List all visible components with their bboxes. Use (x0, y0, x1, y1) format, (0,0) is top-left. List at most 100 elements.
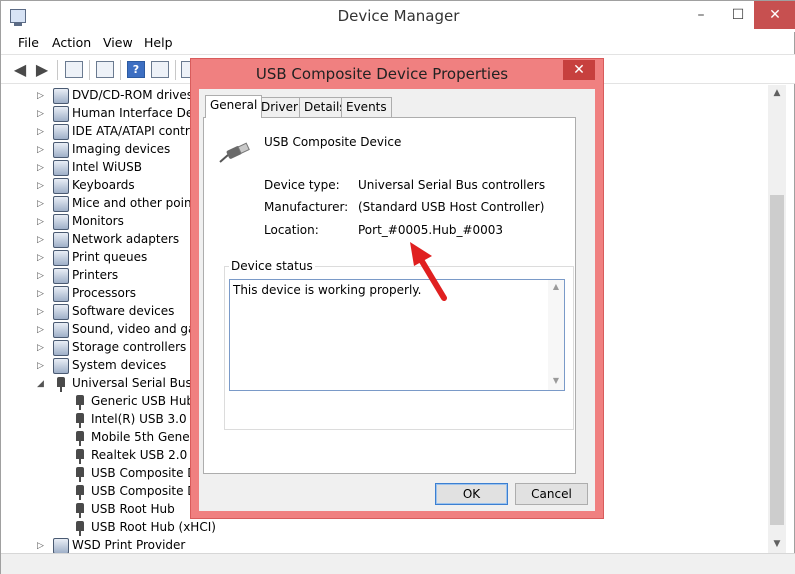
minimize-button[interactable]: – (682, 1, 720, 29)
window-title: Device Manager (337, 7, 460, 25)
tree-item-label: WSD Print Provider (72, 538, 186, 552)
device-category-icon (53, 196, 69, 212)
tab-general[interactable]: General (205, 95, 263, 118)
help-icon[interactable]: ? (127, 61, 145, 78)
usb-device-icon (76, 467, 84, 482)
expand-arrow-icon[interactable]: ▷ (37, 198, 47, 210)
device-list-icon[interactable] (96, 61, 114, 78)
tree-item-label: Software devices (72, 304, 175, 318)
scroll-thumb[interactable] (770, 195, 784, 525)
expand-arrow-icon[interactable]: ▷ (37, 252, 47, 264)
device-category-icon (53, 358, 69, 374)
device-category-icon (53, 286, 69, 302)
expand-arrow-icon[interactable]: ▷ (37, 144, 47, 156)
usb-device-icon (76, 413, 84, 428)
dialog-title: USB Composite Device Properties (255, 65, 509, 83)
tree-scrollbar[interactable]: ▲ ▼ (768, 85, 786, 553)
forward-arrow-icon[interactable]: ▶ (33, 61, 51, 78)
tree-item-label: System devices (72, 358, 167, 372)
tree-item-label: DVD/CD-ROM drives (72, 88, 194, 102)
device-category-icon (53, 232, 69, 248)
tab-events[interactable]: Events (341, 97, 392, 117)
usb-device-icon (76, 431, 84, 446)
expand-arrow-icon[interactable]: ▷ (37, 126, 47, 138)
maximize-button[interactable]: ☐ (719, 1, 757, 29)
tree-item-label: Generic USB Hub (91, 394, 195, 408)
tree-item-label: USB Root Hub (91, 502, 175, 516)
status-scroll-down[interactable]: ▼ (548, 376, 564, 385)
ok-button[interactable]: OK (435, 483, 508, 505)
device-status-textbox[interactable]: This device is working properly. ▲ ▼ (229, 279, 565, 391)
expand-arrow-icon[interactable]: ▷ (37, 360, 47, 372)
menu-help[interactable]: Help (144, 35, 173, 50)
location-label: Location: (264, 223, 319, 237)
device-category-icon (53, 340, 69, 356)
tree-item-label: Monitors (72, 214, 124, 228)
status-scrollbar[interactable]: ▲ ▼ (548, 280, 564, 390)
expand-arrow-icon[interactable]: ▷ (37, 324, 47, 336)
title-bar: Device Manager – ☐ ✕ (1, 1, 795, 32)
device-category-icon (53, 178, 69, 194)
tree-item[interactable]: ▷ WSD Print Provider (1, 537, 771, 553)
tree-item-label: USB Root Hub (xHCI) (91, 520, 216, 534)
expand-arrow-icon[interactable]: ▷ (37, 234, 47, 246)
cancel-button[interactable]: Cancel (515, 483, 588, 505)
tree-item-label: Sound, video and gam (72, 322, 208, 336)
status-scroll-up[interactable]: ▲ (548, 282, 564, 291)
expand-arrow-icon[interactable]: ▷ (37, 540, 47, 552)
properties-icon[interactable] (65, 61, 83, 78)
device-type-label: Device type: (264, 178, 340, 192)
expand-arrow-icon[interactable]: ▷ (37, 216, 47, 228)
usb-device-icon (76, 485, 84, 500)
scroll-down-button[interactable]: ▼ (768, 536, 786, 553)
device-category-icon (53, 214, 69, 230)
back-arrow-icon[interactable]: ◀ (11, 61, 29, 78)
device-category-icon (53, 538, 69, 553)
expand-arrow-icon[interactable]: ▷ (37, 342, 47, 354)
tree-item-label: Network adapters (72, 232, 180, 246)
dialog-client: General Driver Details Events USB Compos… (199, 89, 595, 511)
tree-item-label: Mice and other pointin (72, 196, 208, 210)
device-category-icon (53, 142, 69, 158)
expand-arrow-icon[interactable]: ▷ (37, 270, 47, 282)
expand-arrow-icon[interactable]: ▷ (37, 288, 47, 300)
tab-driver[interactable]: Driver (256, 97, 303, 117)
usb-device-icon (76, 395, 84, 410)
tree-item-label: USB Composite De (91, 484, 204, 498)
collapse-arrow-icon[interactable]: ◢ (37, 378, 47, 390)
tree-item-label: Print queues (72, 250, 148, 264)
device-category-icon (53, 250, 69, 266)
device-status-label: Device status (229, 259, 315, 273)
expand-arrow-icon[interactable]: ▷ (37, 180, 47, 192)
annotation-arrow-icon (410, 242, 447, 301)
tree-item-label: Intel WiUSB (72, 160, 142, 174)
dialog-close-button[interactable]: ✕ (563, 60, 595, 80)
expand-arrow-icon[interactable]: ▷ (37, 162, 47, 174)
tree-item-label: USB Composite De (91, 466, 204, 480)
location-value: Port_#0005.Hub_#0003 (358, 223, 504, 237)
view-icon[interactable] (151, 61, 169, 78)
device-category-icon (53, 124, 69, 140)
toolbar-separator (120, 60, 121, 80)
menu-view[interactable]: View (103, 35, 133, 50)
scroll-up-button[interactable]: ▲ (768, 85, 786, 102)
expand-arrow-icon[interactable]: ▷ (37, 90, 47, 102)
tree-item[interactable]: USB Root Hub (xHCI) (1, 519, 771, 537)
device-category-icon (53, 160, 69, 176)
properties-dialog: USB Composite Device Properties ✕ Genera… (190, 58, 604, 519)
menu-action[interactable]: Action (52, 35, 91, 50)
general-tab-panel: USB Composite Device Device type: Univer… (203, 117, 576, 474)
usb-device-icon (76, 449, 84, 464)
status-bar (1, 553, 795, 574)
close-button[interactable]: ✕ (754, 1, 795, 29)
manufacturer-label: Manufacturer: (264, 200, 349, 214)
tree-item-label: Processors (72, 286, 137, 300)
toolbar-separator (175, 60, 176, 80)
menu-file[interactable]: File (18, 35, 39, 50)
device-status-text: This device is working properly. (233, 283, 422, 297)
device-name: USB Composite Device (264, 135, 402, 149)
expand-arrow-icon[interactable]: ▷ (37, 306, 47, 318)
expand-arrow-icon[interactable]: ▷ (37, 108, 47, 120)
device-category-icon (53, 88, 69, 104)
tree-item-label: Keyboards (72, 178, 135, 192)
